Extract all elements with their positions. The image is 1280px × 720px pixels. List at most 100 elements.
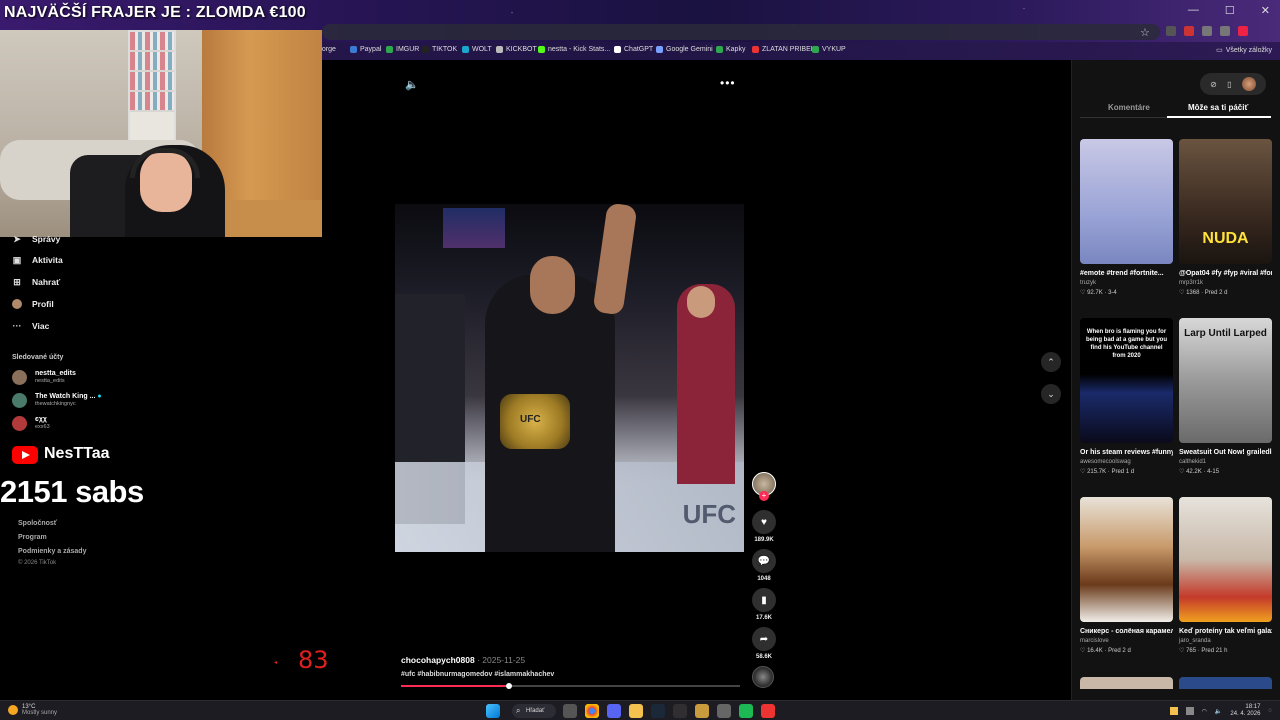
video-thumbnail[interactable]	[1080, 139, 1173, 264]
settings-icon[interactable]	[717, 704, 731, 718]
nav-item-activity[interactable]: ▣ Aktivita	[12, 255, 63, 266]
recommended-video-card[interactable]	[1080, 677, 1173, 689]
footer-link[interactable]: Spoločnosť	[18, 520, 57, 527]
following-account[interactable]: nestta_edits nestta_edits	[12, 370, 76, 385]
card-author: awesomecoolswag	[1080, 459, 1131, 465]
comment-button[interactable]: 💬	[752, 549, 776, 573]
nav-item-upload[interactable]: ⊞ Nahrať	[12, 276, 60, 288]
recommended-video-card[interactable]: NUDA @Opat04 #fy #fyp #viral #foryoupage💗…	[1179, 139, 1272, 298]
windows-start-icon[interactable]	[486, 704, 500, 718]
youtube-icon	[12, 446, 38, 464]
system-tray: ◠ 🔈 18:17 24. 4. 2026 ◌	[1169, 704, 1272, 718]
video-player[interactable]: UFC UFC	[395, 204, 744, 552]
wifi-icon[interactable]: ◠	[1202, 708, 1207, 715]
like-button[interactable]: ♥	[752, 510, 776, 534]
bookmark[interactable]: WOLT	[462, 46, 492, 53]
app-icon[interactable]	[761, 704, 775, 718]
compass-icon[interactable]: ⊘	[1210, 80, 1217, 89]
following-account[interactable]: єχχ exx63	[12, 416, 50, 431]
clock[interactable]: 18:17 24. 4. 2026	[1230, 704, 1260, 718]
recommended-video-card[interactable]: #emote #trend #fortnite... truzyk ♡ 92.7K …	[1080, 139, 1173, 298]
heart-outline-icon: ♡	[1179, 648, 1185, 654]
recommended-video-card[interactable]: When bro is flaming you for being bad at…	[1080, 318, 1173, 477]
app-icon[interactable]	[695, 704, 709, 718]
bookmark[interactable]: TIKTOK	[422, 46, 457, 53]
tray-app-icon[interactable]	[1185, 707, 1194, 715]
video-referee-head	[687, 286, 715, 318]
video-thumbnail[interactable]	[1080, 497, 1173, 622]
all-bookmarks-folder[interactable]: ▭ Všetky záložky	[1216, 46, 1272, 55]
bookmark[interactable]: Google Gemini	[656, 46, 713, 53]
nav-item-messages[interactable]: ➤ Správy	[12, 234, 60, 245]
recommended-video-card[interactable]	[1179, 677, 1272, 689]
footer-link[interactable]: Podmienky a zásady	[18, 548, 86, 555]
nav-item-more[interactable]: ··· Viac	[12, 321, 50, 331]
bookmark[interactable]: ZLATAN PRIBEH	[752, 46, 816, 53]
tray-app-icon[interactable]	[1169, 707, 1178, 715]
video-hashtags[interactable]: #ufc #habibnurmagomedov #islammakhachev	[401, 671, 554, 678]
tab-recommended[interactable]: Môže sa ti páčiť	[1188, 103, 1248, 112]
music-disc-icon[interactable]	[752, 666, 774, 688]
video-thumbnail[interactable]: Larp Until Larped	[1179, 318, 1272, 443]
recommended-video-card[interactable]: Keď proteíny tak veľmi galaxy #fyp #vira…	[1179, 497, 1272, 656]
obs-icon[interactable]	[673, 704, 687, 718]
extension-icon[interactable]	[1166, 26, 1176, 36]
video-author[interactable]: chocohapych0808 · 2025-11-25	[401, 655, 525, 665]
card-author: mrp3rr1k	[1179, 280, 1204, 286]
more-options-icon[interactable]: •••	[720, 76, 736, 90]
recommended-video-card[interactable]: Larp Until Larped Sweatsuit Out Now! grai…	[1179, 318, 1272, 477]
minimize-icon[interactable]: —	[1188, 4, 1199, 17]
notification-icon[interactable]: ◌	[1268, 708, 1272, 714]
taskbar-search[interactable]: Hľadať	[512, 704, 556, 718]
like-count: 189.9K	[754, 537, 774, 543]
bookmark[interactable]: KICKBOT	[496, 46, 537, 53]
video-floor-logo: UFC	[682, 499, 736, 529]
volume-tray-icon[interactable]: 🔈	[1215, 708, 1222, 715]
following-account[interactable]: The Watch King ... ● thewatchkingnyc	[12, 393, 102, 408]
bookmark[interactable]: IMGUR	[386, 46, 419, 53]
maximize-icon[interactable]: ☐	[1225, 4, 1235, 17]
extension-icon[interactable]	[1184, 26, 1194, 36]
card-stats: ♡ 1368 · Pred 2 d	[1179, 290, 1228, 296]
follow-plus-icon[interactable]: +	[759, 491, 769, 501]
bookmark[interactable]: Kapky	[716, 46, 745, 53]
bookmark[interactable]: nestta - Kick Stats...	[538, 46, 610, 53]
chrome-icon[interactable]	[585, 704, 599, 718]
video-thumbnail[interactable]	[1179, 497, 1272, 622]
tab-comments[interactable]: Komentáre	[1108, 103, 1150, 112]
video-date: 2025-11-25	[482, 655, 526, 665]
video-thumbnail[interactable]: When bro is flaming you for being bad at…	[1080, 318, 1173, 443]
user-avatar[interactable]	[1241, 77, 1256, 91]
bookmark[interactable]: ChatGPT	[614, 46, 653, 53]
file-explorer-icon[interactable]	[629, 704, 643, 718]
spotify-icon[interactable]	[739, 704, 753, 718]
address-bar[interactable]	[322, 24, 1160, 40]
extension-icon[interactable]	[1202, 26, 1212, 36]
next-video-button[interactable]: ⌄	[1041, 384, 1061, 404]
recommended-video-card[interactable]: Сникерс - солёная карамель и жареный... m…	[1080, 497, 1173, 656]
share-button[interactable]: ➦	[752, 627, 776, 651]
discord-icon[interactable]	[607, 704, 621, 718]
steam-icon[interactable]	[651, 704, 665, 718]
taskbar-pinned-apps	[563, 704, 775, 718]
volume-icon[interactable]: 🔈	[405, 78, 419, 91]
nav-item-profile[interactable]: Profil	[12, 299, 54, 309]
footer-link[interactable]: Program	[18, 534, 47, 541]
weather-widget[interactable]: 13°C Mostly sunny	[8, 704, 57, 716]
extensions-bar	[1166, 26, 1248, 36]
bookmark[interactable]: VYKUP	[812, 46, 846, 53]
extension-icon[interactable]	[1238, 26, 1248, 36]
phone-icon[interactable]: ▯	[1227, 80, 1231, 89]
extension-icon[interactable]	[1220, 26, 1230, 36]
task-view-icon[interactable]	[563, 704, 577, 718]
upload-icon: ⊞	[13, 276, 21, 287]
avatar-icon	[12, 299, 22, 309]
progress-handle[interactable]	[506, 683, 513, 689]
bookmark[interactable]: Paypal	[350, 46, 381, 53]
close-icon[interactable]: ✕	[1261, 4, 1270, 17]
save-button[interactable]: ▮	[752, 588, 776, 612]
video-progress-bar[interactable]	[401, 683, 740, 689]
video-thumbnail[interactable]: NUDA	[1179, 139, 1272, 264]
bookmark-star-icon[interactable]: ☆	[1140, 26, 1150, 39]
previous-video-button[interactable]: ⌃	[1041, 352, 1061, 372]
